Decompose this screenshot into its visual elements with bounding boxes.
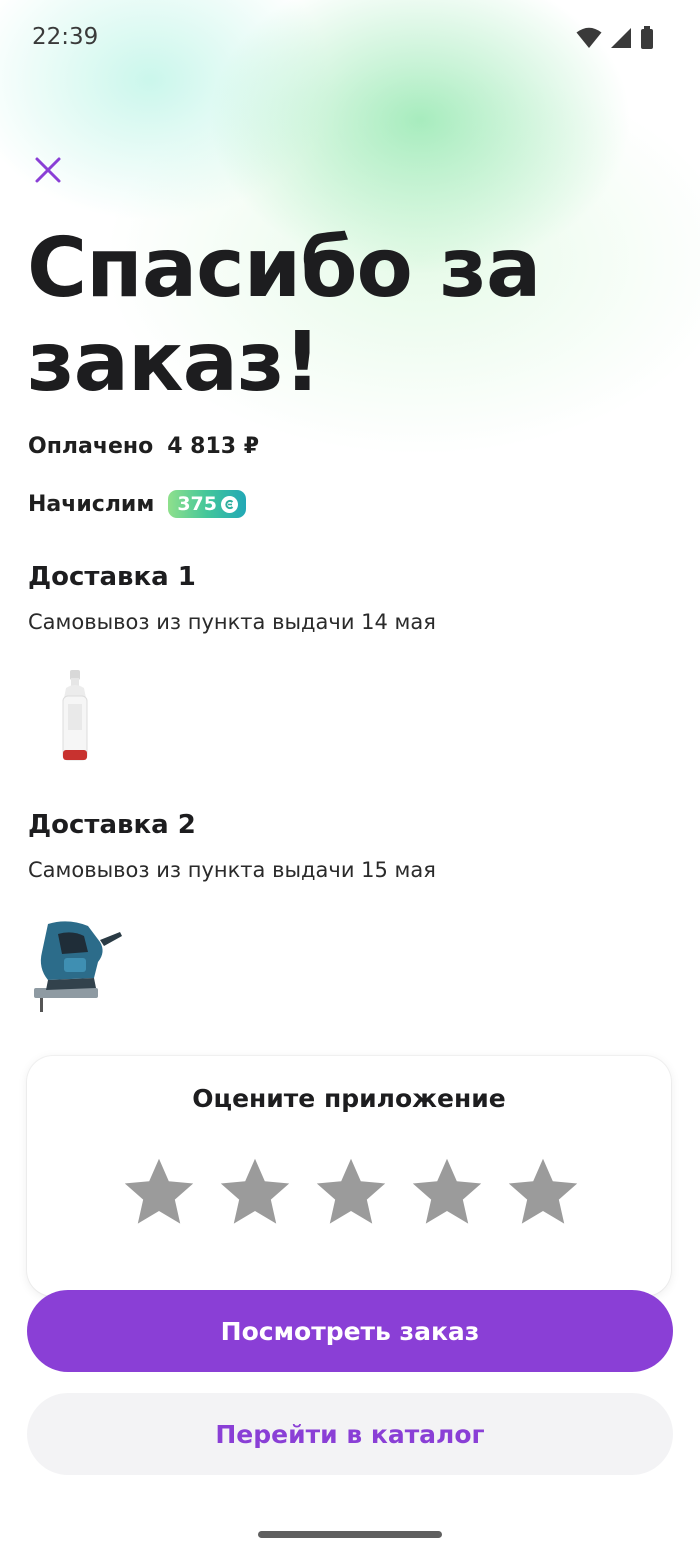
delivery-1-subtitle: Самовывоз из пункта выдачи 14 мая	[28, 610, 436, 634]
star-5-icon[interactable]	[505, 1154, 581, 1230]
star-1-icon[interactable]	[121, 1154, 197, 1230]
status-icons	[576, 26, 654, 50]
home-indicator[interactable]	[258, 1531, 442, 1538]
bonus-amount: 375	[177, 493, 217, 515]
star-4-icon[interactable]	[409, 1154, 485, 1230]
delivery-2-subtitle: Самовывоз из пункта выдачи 15 мая	[28, 858, 436, 882]
product-thumbnail-spray[interactable]	[40, 668, 110, 772]
delivery-1-title: Доставка 1	[28, 562, 196, 592]
go-to-catalog-button[interactable]: Перейти в каталог	[27, 1393, 673, 1475]
bonus-coin-icon	[221, 495, 238, 513]
status-bar: 22:39	[0, 0, 700, 76]
close-button[interactable]	[28, 150, 68, 190]
bonus-badge: 375	[168, 490, 246, 518]
paid-row: Оплачено 4 813 ₽	[28, 434, 259, 459]
rating-stars	[121, 1154, 581, 1230]
star-2-icon[interactable]	[217, 1154, 293, 1230]
wifi-icon	[576, 27, 602, 48]
bonus-row: Начислим 375	[28, 490, 246, 518]
paid-amount: 4 813 ₽	[167, 434, 260, 459]
signal-icon	[611, 28, 631, 48]
page-title: Спасибо за заказ!	[27, 221, 541, 410]
status-time: 22:39	[32, 24, 99, 50]
star-3-icon[interactable]	[313, 1154, 389, 1230]
jigsaw-image	[34, 921, 122, 1012]
product-thumbnail-jigsaw[interactable]	[28, 918, 124, 1022]
battery-icon	[641, 26, 653, 49]
spray-bottle-image	[62, 670, 88, 761]
paid-label: Оплачено	[28, 434, 154, 459]
rating-card: Оцените приложение	[27, 1056, 671, 1296]
rating-title: Оцените приложение	[192, 1084, 506, 1113]
view-order-button[interactable]: Посмотреть заказ	[27, 1290, 673, 1372]
delivery-2-title: Доставка 2	[28, 810, 196, 840]
close-icon	[35, 157, 61, 183]
bonus-label: Начислим	[28, 491, 155, 517]
